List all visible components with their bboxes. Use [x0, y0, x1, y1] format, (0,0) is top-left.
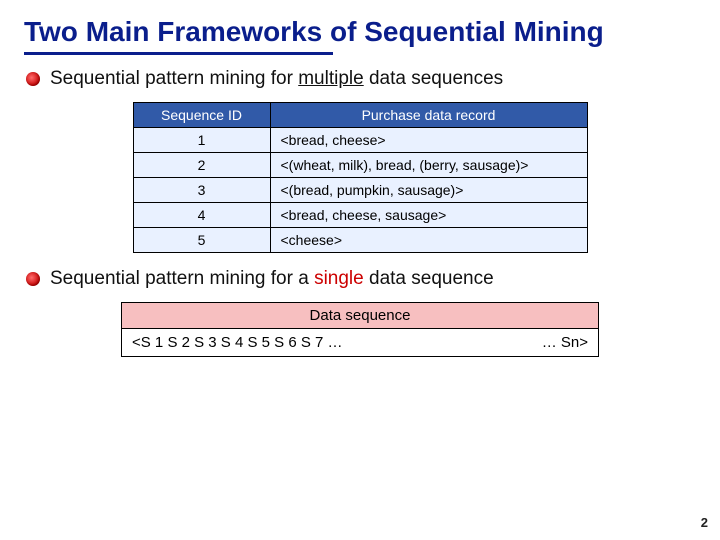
bullet-1: Sequential pattern mining for multiple d…	[24, 67, 696, 92]
table1-head-rec: Purchase data record	[270, 102, 587, 127]
table-row: 1 <bread, cheese>	[133, 127, 587, 152]
bullet-2-text: Sequential pattern mining for a single d…	[50, 267, 494, 292]
table-row: <S 1 S 2 S 3 S 4 S 5 S 6 S 7 … … Sn>	[122, 328, 599, 356]
cell-rec: <(bread, pumpkin, sausage)>	[270, 177, 587, 202]
bullet-1-suffix: data sequences	[364, 68, 503, 89]
bullet-2: Sequential pattern mining for a single d…	[24, 267, 696, 292]
table2-head: Data sequence	[122, 302, 599, 328]
bullet-1-prefix: Sequential pattern mining for	[50, 68, 298, 89]
table-row: 3 <(bread, pumpkin, sausage)>	[133, 177, 587, 202]
page-number: 2	[701, 515, 708, 530]
sequence-table: Sequence ID Purchase data record 1 <brea…	[133, 102, 588, 253]
table2-cell: <S 1 S 2 S 3 S 4 S 5 S 6 S 7 … … Sn>	[122, 328, 599, 356]
table-row: 2 <(wheat, milk), bread, (berry, sausage…	[133, 152, 587, 177]
cell-id: 5	[133, 227, 270, 252]
table-row: 5 <cheese>	[133, 227, 587, 252]
title-underline	[24, 52, 333, 55]
table2-cell-right: … Sn>	[542, 334, 588, 351]
cell-rec: <cheese>	[270, 227, 587, 252]
table2-cell-left: <S 1 S 2 S 3 S 4 S 5 S 6 S 7 …	[132, 334, 343, 351]
single-sequence-table: Data sequence <S 1 S 2 S 3 S 4 S 5 S 6 S…	[121, 302, 599, 357]
cell-id: 4	[133, 202, 270, 227]
bullet-2-prefix: Sequential pattern mining for a	[50, 268, 314, 289]
slide-title: Two Main Frameworks of Sequential Mining	[24, 16, 696, 48]
bullet-dot-icon	[26, 72, 40, 86]
cell-rec: <(wheat, milk), bread, (berry, sausage)>	[270, 152, 587, 177]
table1-head-id: Sequence ID	[133, 102, 270, 127]
table-row: 4 <bread, cheese, sausage>	[133, 202, 587, 227]
cell-id: 3	[133, 177, 270, 202]
cell-rec: <bread, cheese>	[270, 127, 587, 152]
bullet-1-text: Sequential pattern mining for multiple d…	[50, 67, 503, 92]
cell-id: 2	[133, 152, 270, 177]
bullet-dot-icon	[26, 272, 40, 286]
bullet-2-suffix: data sequence	[364, 268, 494, 289]
cell-id: 1	[133, 127, 270, 152]
bullet-2-accent: single	[314, 268, 364, 289]
cell-rec: <bread, cheese, sausage>	[270, 202, 587, 227]
bullet-1-accent: multiple	[298, 68, 363, 89]
